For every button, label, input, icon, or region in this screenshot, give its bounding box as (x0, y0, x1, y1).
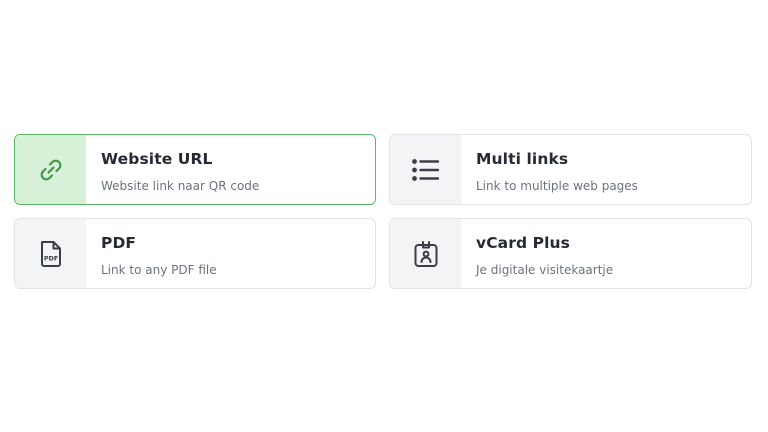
svg-text:PDF: PDF (43, 254, 57, 262)
qr-type-grid: Website URL Website link naar QR code Mu… (14, 134, 752, 289)
option-text: Website URL Website link naar QR code (86, 135, 259, 204)
option-text: PDF Link to any PDF file (86, 219, 217, 288)
option-title: vCard Plus (476, 234, 571, 252)
option-card-website-url[interactable]: Website URL Website link naar QR code (14, 134, 376, 205)
option-subtitle: Link to multiple web pages (476, 179, 638, 193)
option-title: Multi links (476, 150, 569, 168)
option-card-multi-links[interactable]: Multi links Link to multiple web pages (389, 134, 752, 205)
option-subtitle: Je digitale visitekaartje (476, 263, 614, 277)
option-subtitle: Link to any PDF file (101, 263, 217, 277)
option-icon-box (390, 219, 461, 288)
option-card-pdf[interactable]: PDF PDF Link to any PDF file (14, 218, 376, 289)
id-badge-icon (414, 240, 437, 267)
option-title: Website URL (101, 150, 213, 168)
option-text: Multi links Link to multiple web pages (461, 135, 638, 204)
option-subtitle: Website link naar QR code (101, 179, 260, 193)
link-icon (40, 159, 61, 180)
option-icon-box (390, 135, 461, 204)
option-icon-box (15, 135, 86, 204)
option-icon-box: PDF (15, 219, 86, 288)
option-text: vCard Plus Je digitale visitekaartje (461, 219, 613, 288)
list-icon (411, 158, 439, 181)
option-title: PDF (101, 234, 137, 252)
option-card-vcard-plus[interactable]: vCard Plus Je digitale visitekaartje (389, 218, 752, 289)
pdf-file-icon: PDF (40, 240, 61, 267)
